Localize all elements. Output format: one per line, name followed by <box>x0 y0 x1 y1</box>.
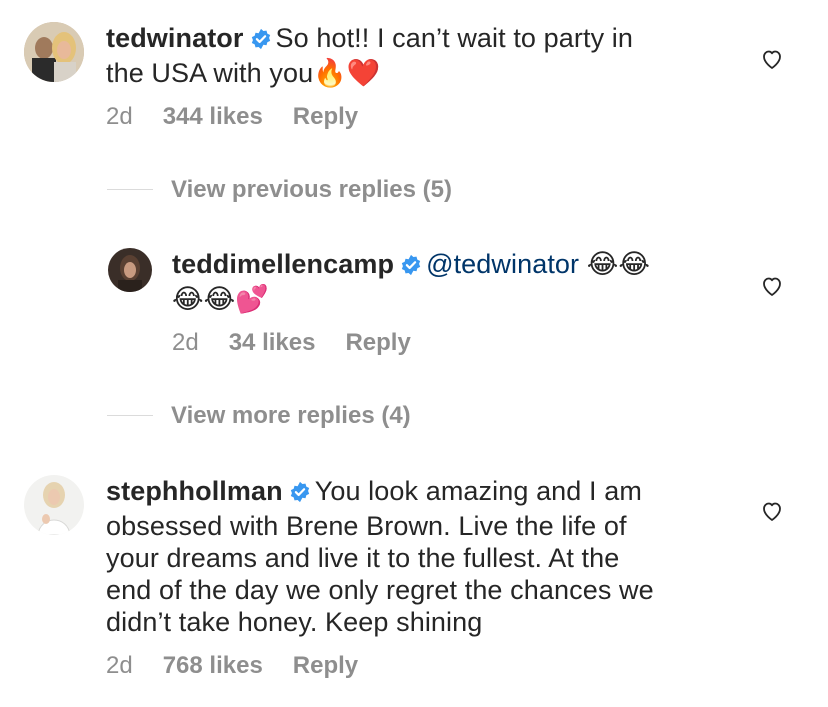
comment-text: tedwinator So hot!! I can’t wait to party… <box>106 22 726 90</box>
replies-divider <box>107 189 153 190</box>
reply-teddimellencamp: teddimellencamp @tedwinator 😂😂 😂😂💕 2d 34 l… <box>0 240 828 370</box>
comment-body-line4: end of the day we only regret the chance… <box>106 575 654 605</box>
likes-count[interactable]: 768 likes <box>163 652 263 680</box>
comment-time: 2d <box>106 652 133 679</box>
verified-badge-icon <box>400 251 422 283</box>
comment-meta: 2d 34 likes Reply <box>172 329 441 357</box>
comment-body-line3: your dreams and live it to the fullest. … <box>106 543 620 573</box>
like-heart-icon[interactable] <box>760 274 784 298</box>
comment-time: 2d <box>106 103 133 130</box>
comment-stephhollman: stephhollman You look amazing and I am ob… <box>0 470 828 700</box>
likes-count[interactable]: 344 likes <box>163 103 263 131</box>
avatar[interactable] <box>24 475 84 535</box>
username[interactable]: tedwinator <box>106 23 244 53</box>
comment-emoji-line1: 😂😂 <box>586 249 651 280</box>
view-previous-replies-button[interactable]: View previous replies (5) <box>171 176 452 204</box>
verified-badge-icon <box>250 25 272 57</box>
comment-meta: 2d 344 likes Reply <box>106 103 388 131</box>
like-heart-icon[interactable] <box>760 47 784 71</box>
username[interactable]: stephhollman <box>106 476 283 506</box>
comment-body-line2: the USA with you <box>106 58 314 88</box>
verified-badge-icon <box>289 478 311 510</box>
comment-time: 2d <box>172 329 199 356</box>
comment-text: stephhollman You look amazing and I am ob… <box>106 475 746 638</box>
mention-link[interactable]: @tedwinator <box>426 249 579 279</box>
username[interactable]: teddimellencamp <box>172 249 394 279</box>
comment-body-line1: You look amazing and I am <box>314 476 642 506</box>
view-more-replies-button[interactable]: View more replies (4) <box>171 402 411 430</box>
comment-emoji: 🔥❤️ <box>313 58 381 89</box>
reply-button[interactable]: Reply <box>345 329 410 357</box>
comment-emoji-line2: 😂😂💕 <box>172 284 270 315</box>
comment-text: teddimellencamp @tedwinator 😂😂 😂😂💕 <box>172 248 732 316</box>
avatar[interactable] <box>108 248 152 292</box>
comment-body-line1: So hot!! I can’t wait to party in <box>275 23 633 53</box>
replies-divider <box>107 415 153 416</box>
comment-body-line2: obsessed with Brene Brown. Live the life… <box>106 511 627 541</box>
likes-count[interactable]: 34 likes <box>229 329 316 357</box>
reply-button[interactable]: Reply <box>293 652 358 680</box>
comment-meta: 2d 768 likes Reply <box>106 652 388 680</box>
comment-tedwinator: tedwinator So hot!! I can’t wait to party… <box>0 0 828 150</box>
avatar[interactable] <box>24 22 84 82</box>
like-heart-icon[interactable] <box>760 499 784 523</box>
comment-body-line5: didn’t take honey. Keep shining <box>106 607 483 637</box>
reply-button[interactable]: Reply <box>293 103 358 131</box>
